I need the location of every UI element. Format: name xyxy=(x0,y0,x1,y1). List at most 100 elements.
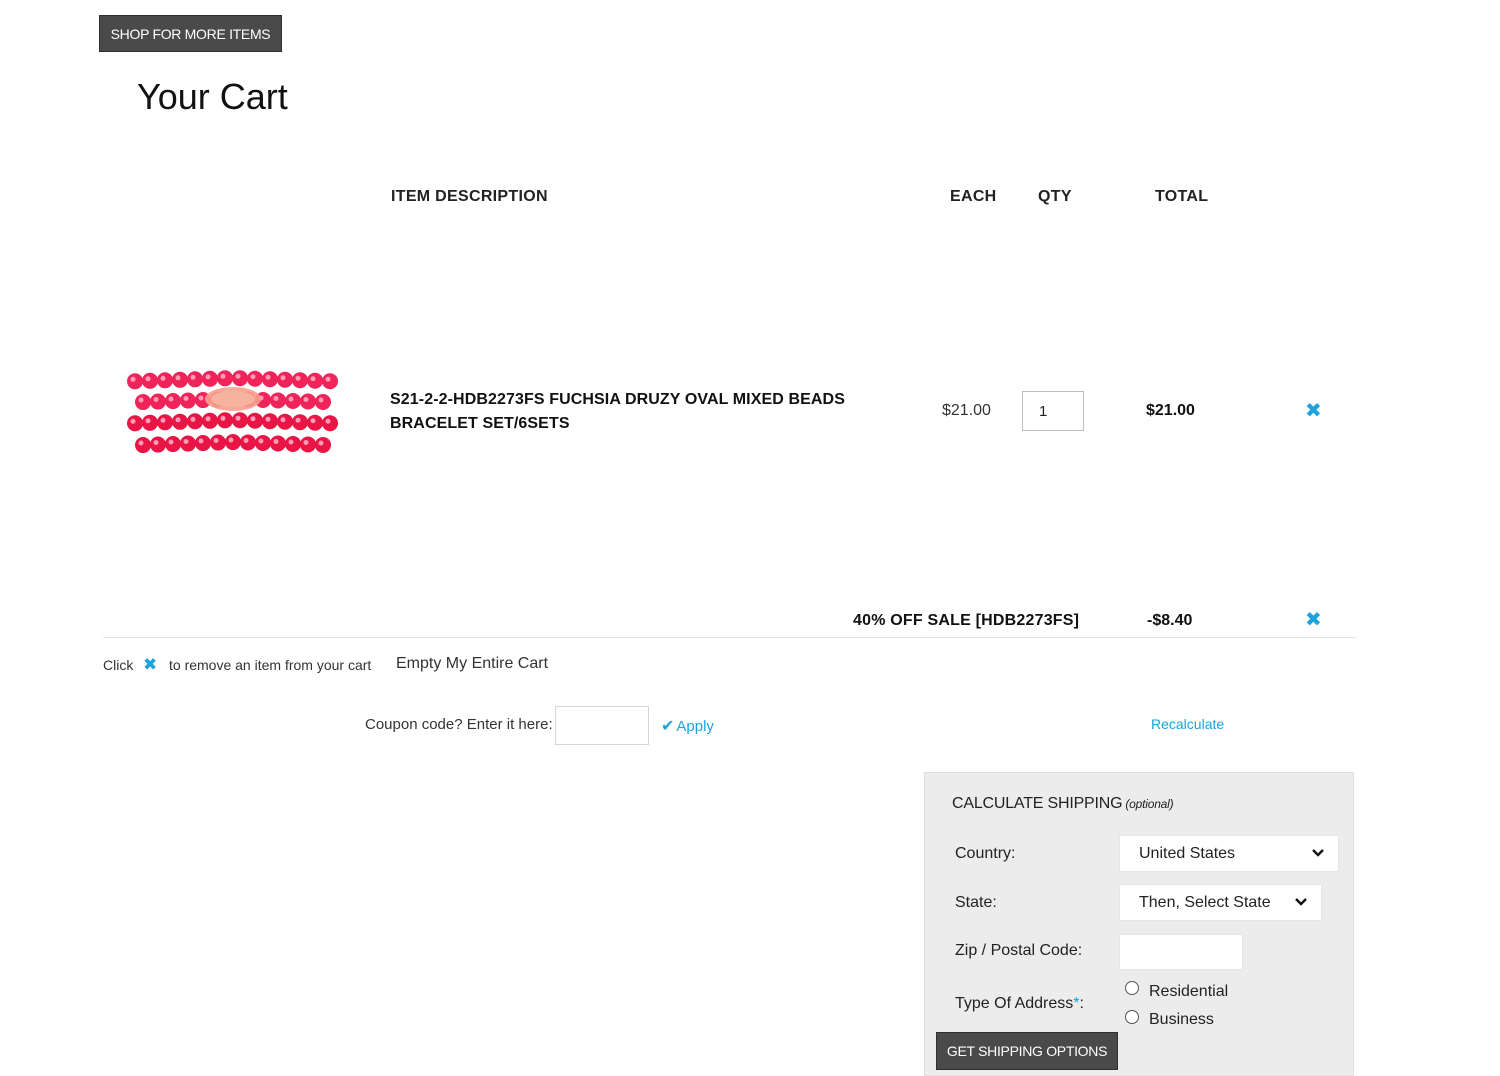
bead xyxy=(262,413,278,430)
bead-highlight xyxy=(130,418,136,424)
bead xyxy=(225,434,241,451)
bead xyxy=(292,414,308,431)
bead xyxy=(322,373,338,390)
bead-highlight xyxy=(183,396,189,402)
bead-highlight xyxy=(153,440,159,446)
bead xyxy=(307,372,323,389)
coupon-input[interactable] xyxy=(555,706,649,745)
bead xyxy=(202,412,218,429)
bead-highlight xyxy=(145,376,151,382)
remove-item-close-icon[interactable]: ✖ xyxy=(1305,401,1322,421)
bead-highlight xyxy=(213,438,219,444)
bead xyxy=(210,434,226,451)
bead xyxy=(240,434,256,451)
country-label: Country: xyxy=(955,845,1016,862)
bead-highlight xyxy=(265,374,271,380)
bead-highlight xyxy=(138,440,144,446)
state-select[interactable]: Then, Select State xyxy=(1119,884,1322,921)
bead xyxy=(270,435,286,452)
shop-for-more-items-button[interactable]: SHOP FOR MORE ITEMS xyxy=(99,15,282,52)
bead xyxy=(217,370,233,387)
bead-highlight xyxy=(130,376,136,382)
bead xyxy=(285,392,301,409)
remove-hint-suffix: to remove an item from your cart xyxy=(169,657,372,673)
bead-highlight xyxy=(250,416,256,422)
bead xyxy=(202,370,218,387)
bead-highlight xyxy=(235,373,241,379)
bead xyxy=(172,371,188,388)
bead xyxy=(232,412,248,429)
discount-label: 40% OFF SALE [HDB2273FS] xyxy=(853,612,1080,629)
bead-highlight xyxy=(183,439,189,445)
bead-highlight xyxy=(198,395,204,401)
bead-highlight xyxy=(280,375,286,381)
address-type-text: Type Of Address xyxy=(955,995,1074,1012)
bead-highlight xyxy=(310,376,316,382)
coupon-label: Coupon code? Enter it here: xyxy=(365,716,553,733)
bead-highlight xyxy=(138,397,144,403)
apply-coupon-button[interactable]: ✔ Apply xyxy=(661,716,714,736)
divider xyxy=(103,637,1356,638)
bead xyxy=(285,435,301,452)
shipping-title: CALCULATE SHIPPING (optional) xyxy=(952,795,1174,813)
bead xyxy=(157,372,173,389)
bead xyxy=(232,370,248,387)
address-type-label: Type Of Address*: xyxy=(955,995,1084,1013)
item-total-price: $21.00 xyxy=(1146,402,1195,419)
business-radio[interactable] xyxy=(1125,1010,1139,1024)
chevron-down-icon xyxy=(1295,898,1307,906)
bead-highlight xyxy=(243,437,249,443)
header-each: EACH xyxy=(950,188,997,205)
bead-highlight xyxy=(160,417,166,423)
bead xyxy=(150,393,166,410)
bead xyxy=(172,413,188,430)
residential-radio[interactable] xyxy=(1125,981,1139,995)
bead-highlight xyxy=(168,396,174,402)
remove-hint-close-icon: ✖ xyxy=(143,655,158,674)
get-shipping-options-button[interactable]: GET SHIPPING OPTIONS xyxy=(936,1032,1118,1070)
shipping-optional-note: (optional) xyxy=(1125,797,1174,811)
bead-highlight xyxy=(303,439,309,445)
business-label: Business xyxy=(1149,1011,1214,1028)
bead xyxy=(277,413,293,430)
bead-highlight xyxy=(220,373,226,379)
checkmark-icon: ✔ xyxy=(661,718,675,735)
address-type-colon: : xyxy=(1079,995,1084,1012)
bead xyxy=(247,412,263,429)
bead xyxy=(315,436,331,453)
bead xyxy=(150,436,166,453)
bead-highlight xyxy=(168,439,174,445)
bead-highlight xyxy=(295,375,301,381)
bead-highlight xyxy=(303,396,309,402)
calculate-shipping-panel xyxy=(924,772,1354,1076)
bead-highlight xyxy=(190,416,196,422)
bead-highlight xyxy=(205,416,211,422)
bead xyxy=(277,371,293,388)
recalculate-link[interactable]: Recalculate xyxy=(1151,716,1224,732)
header-qty: QTY xyxy=(1038,188,1072,205)
country-select-value: United States xyxy=(1139,844,1236,862)
remove-discount-close-icon[interactable]: ✖ xyxy=(1305,610,1322,630)
bead-highlight xyxy=(205,374,211,380)
header-total: TOTAL xyxy=(1155,188,1209,205)
state-label: State: xyxy=(955,894,997,911)
bead-highlight xyxy=(273,438,279,444)
item-description[interactable]: S21-2-2-HDB2273FS FUCHSIA DRUZY OVAL MIX… xyxy=(390,388,860,436)
empty-cart-link[interactable]: Empty My Entire Cart xyxy=(396,655,548,673)
state-select-value: Then, Select State xyxy=(1139,893,1271,911)
country-select[interactable]: United States xyxy=(1119,835,1339,872)
bead xyxy=(180,392,196,409)
bead-highlight xyxy=(190,374,196,380)
zip-input[interactable] xyxy=(1119,934,1243,970)
residential-label: Residential xyxy=(1149,983,1229,1000)
remove-hint-prefix: Click xyxy=(103,657,134,673)
bracelet-product-image[interactable] xyxy=(125,362,343,466)
item-each-price: $21.00 xyxy=(942,402,991,419)
bead xyxy=(217,412,233,429)
bead xyxy=(157,414,173,431)
bead-highlight xyxy=(160,375,166,381)
discount-amount: -$8.40 xyxy=(1147,612,1193,629)
bead xyxy=(195,435,211,452)
page-title: Your Cart xyxy=(137,76,288,117)
quantity-input[interactable] xyxy=(1022,391,1084,431)
